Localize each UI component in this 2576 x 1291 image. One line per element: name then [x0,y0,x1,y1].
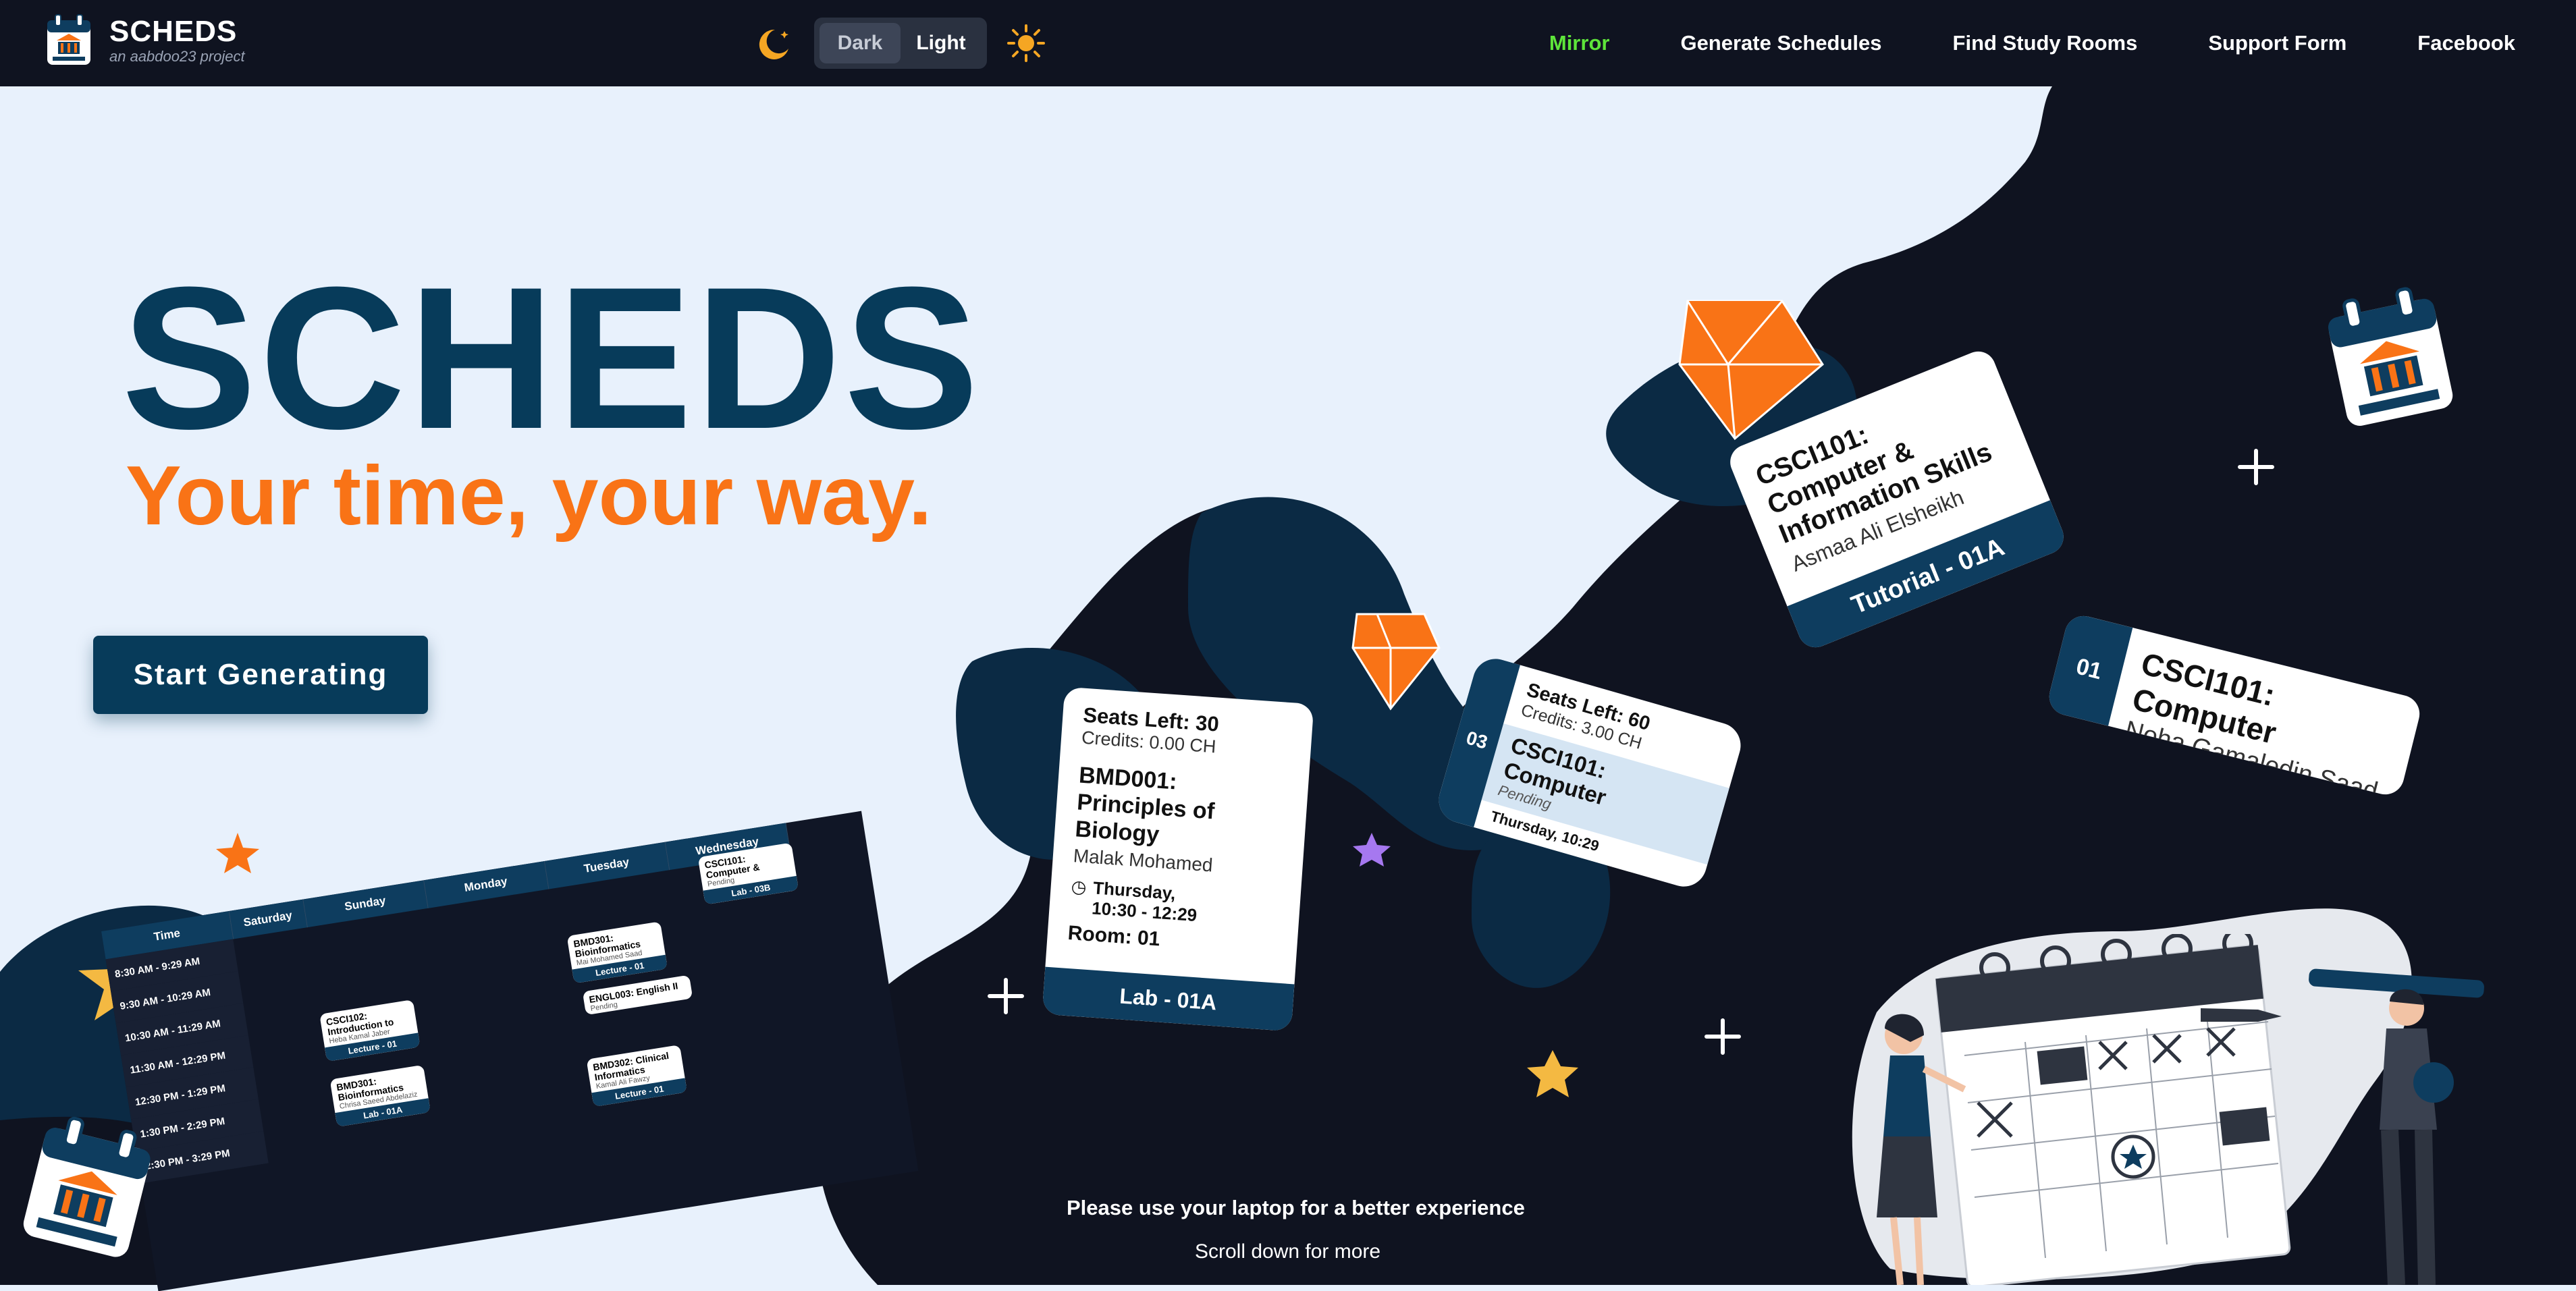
brand-name: SCHEDS [109,15,238,48]
nav-mirror[interactable]: Mirror [1549,31,1610,55]
laptop-notice: Please use your laptop for a better expe… [1067,1196,1525,1219]
theme-toggle[interactable]: Dark Light [814,18,987,69]
course-card-biology: Seats Left: 30 Credits: 0.00 CH BMD001: … [1042,686,1314,1032]
moon-icon [759,29,788,59]
theme-dark-option[interactable]: Dark [820,23,901,63]
theme-switcher: Dark Light [755,18,1046,69]
brand[interactable]: SCHEDS an aabdoo23 project [45,13,245,67]
start-generating-button[interactable]: Start Generating [93,636,428,714]
scroll-hint: Scroll down for more [1195,1240,1381,1263]
theme-light-option[interactable]: Light [901,23,982,63]
course-title: BMD001: Principles of Biology [1074,762,1216,848]
nav-links: Mirror Generate Schedules Find Study Roo… [1549,0,2515,86]
clock-icon: ◷ [1070,876,1088,898]
hero-title: SCHEDS [122,244,982,471]
calendar-logo-icon [47,14,90,65]
sun-icon [1007,24,1045,62]
nav-find-study-rooms[interactable]: Find Study Rooms [1953,31,2138,55]
course-time: Thursday, 10:30 - 12:29 [1091,877,1198,926]
nav-support-form[interactable]: Support Form [2208,31,2346,55]
navbar: SCHEDS an aabdoo23 project Dark Light Mi… [0,0,2576,86]
brand-subtitle: an aabdoo23 project [109,48,245,65]
hero-tagline: Your time, your way. [126,449,932,543]
nav-facebook[interactable]: Facebook [2417,31,2515,55]
nav-generate-schedules[interactable]: Generate Schedules [1680,31,1881,55]
calendar-illustration [1877,934,2484,1285]
